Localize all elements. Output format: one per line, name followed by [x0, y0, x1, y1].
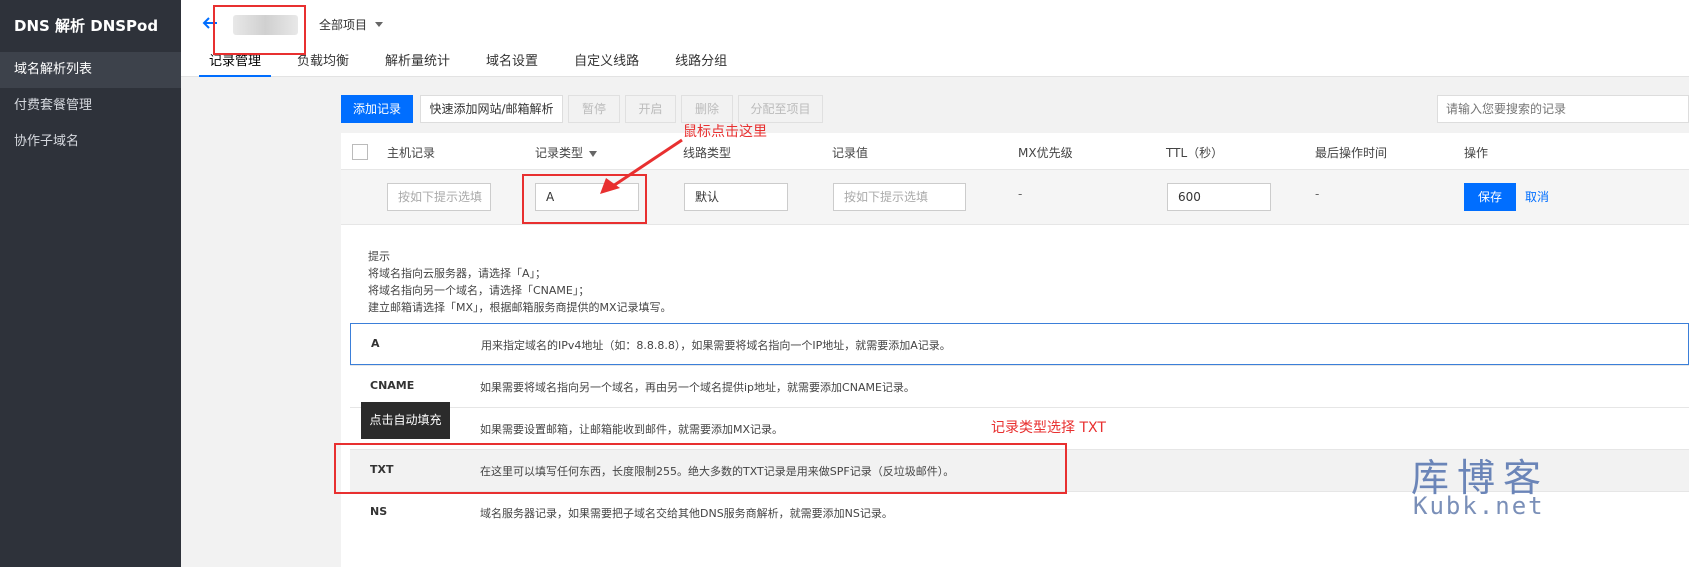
- col-type-label: 记录类型: [535, 146, 584, 160]
- col-value: 记录值: [832, 146, 869, 160]
- col-time: 最后操作时间: [1315, 146, 1388, 160]
- sidebar-item-sub-domains[interactable]: 协作子域名: [0, 124, 181, 160]
- annotation-choose-txt: 记录类型选择 TXT: [991, 420, 1106, 436]
- tab-line-groups[interactable]: 线路分组: [665, 50, 737, 77]
- tab-domain-settings[interactable]: 域名设置: [476, 50, 548, 77]
- time-value: -: [1315, 187, 1320, 201]
- select-all-checkbox[interactable]: [352, 144, 368, 160]
- hint-line: 建立邮箱请选择「MX」，根据邮箱服务商提供的MX记录填写。: [368, 301, 672, 314]
- type-name: A: [371, 337, 380, 350]
- pause-button[interactable]: 暂停: [568, 95, 620, 123]
- tab-query-stats[interactable]: 解析量统计: [375, 50, 460, 77]
- enable-button[interactable]: 开启: [625, 95, 676, 123]
- mx-value: -: [1018, 187, 1023, 201]
- annotation-arrow-icon: [600, 138, 683, 194]
- watermark-url: Kubk.net: [1413, 492, 1545, 520]
- type-option-cname[interactable]: CNAME 如果需要将域名指向另一个域名，再由另一个域名提供ip地址，就需要添加…: [350, 365, 1689, 407]
- tab-custom-lines[interactable]: 自定义线路: [564, 50, 649, 77]
- type-name: CNAME: [370, 379, 415, 392]
- host-input[interactable]: 按如下提示选填: [387, 183, 491, 211]
- col-host: 主机记录: [387, 146, 436, 160]
- type-desc: 用来指定域名的IPv4地址（如：8.8.8.8），如果需要将域名指向一个IP地址…: [481, 339, 951, 352]
- col-ttl: TTL（秒）: [1166, 146, 1224, 160]
- autofill-tooltip: 点击自动填充: [361, 402, 450, 439]
- add-record-button[interactable]: 添加记录: [341, 95, 413, 123]
- type-desc: 如果需要设置邮箱，让邮箱能收到邮件，就需要添加MX记录。: [480, 423, 784, 436]
- project-select-label: 全部项目: [319, 18, 368, 32]
- value-input[interactable]: 按如下提示选填: [833, 183, 966, 211]
- header: 全部项目 记录管理 负载均衡 解析量统计 域名设置 自定义线路 线路分组: [181, 0, 1689, 77]
- chevron-down-icon: [375, 22, 384, 27]
- hint-title: 提示: [368, 250, 390, 263]
- quick-add-button[interactable]: 快速添加网站/邮箱解析: [420, 95, 563, 123]
- hint-line: 将域名指向另一个域名，请选择「CNAME」；: [368, 284, 590, 297]
- col-type[interactable]: 记录类型: [535, 144, 598, 161]
- save-button[interactable]: 保存: [1464, 183, 1516, 211]
- assign-project-button[interactable]: 分配至项目: [738, 95, 823, 123]
- type-name: NS: [370, 505, 388, 518]
- col-line: 线路类型: [683, 146, 732, 160]
- hint-line: 将域名指向云服务器，请选择「A」；: [368, 267, 547, 280]
- sidebar: DNS 解析 DNSPod 域名解析列表 付费套餐管理 协作子域名: [0, 0, 181, 567]
- annotation-click-here: 鼠标点击这里: [683, 124, 767, 140]
- line-select[interactable]: 默认: [684, 183, 788, 211]
- table-header: 主机记录 记录类型 线路类型 记录值 MX优先级 TTL（秒） 最后操作时间 操…: [341, 133, 1689, 170]
- sidebar-item-domain-list[interactable]: 域名解析列表: [0, 52, 181, 88]
- search-input[interactable]: [1437, 95, 1689, 123]
- sidebar-item-paid-plans[interactable]: 付费套餐管理: [0, 88, 181, 124]
- project-select[interactable]: 全部项目: [319, 16, 384, 33]
- annotation-box-domain: [213, 5, 306, 55]
- col-actions: 操作: [1464, 146, 1489, 160]
- ttl-input[interactable]: 600: [1167, 183, 1271, 211]
- cancel-link[interactable]: 取消: [1525, 188, 1549, 205]
- annotation-box-txt: [334, 443, 1067, 494]
- type-desc: 域名服务器记录，如果需要把子域名交给其他DNS服务商解析，就需要添加NS记录。: [480, 507, 893, 520]
- type-desc: 如果需要将域名指向另一个域名，再由另一个域名提供ip地址，就需要添加CNAME记…: [480, 381, 915, 394]
- hint-text: 提示 将域名指向云服务器，请选择「A」； 将域名指向另一个域名，请选择「CNAM…: [368, 248, 672, 316]
- col-mx: MX优先级: [1018, 146, 1073, 160]
- type-option-a[interactable]: A 用来指定域名的IPv4地址（如：8.8.8.8），如果需要将域名指向一个IP…: [350, 323, 1689, 365]
- app-brand: DNS 解析 DNSPod: [14, 17, 159, 35]
- delete-button[interactable]: 删除: [681, 95, 733, 123]
